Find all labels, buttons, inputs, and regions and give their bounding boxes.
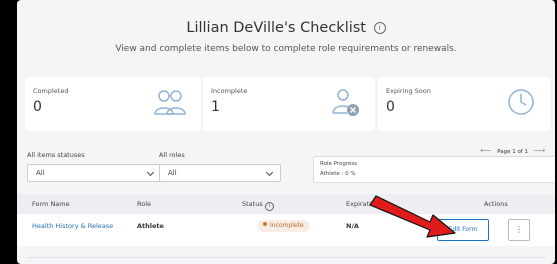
annotation-arrow-icon	[369, 195, 456, 238]
